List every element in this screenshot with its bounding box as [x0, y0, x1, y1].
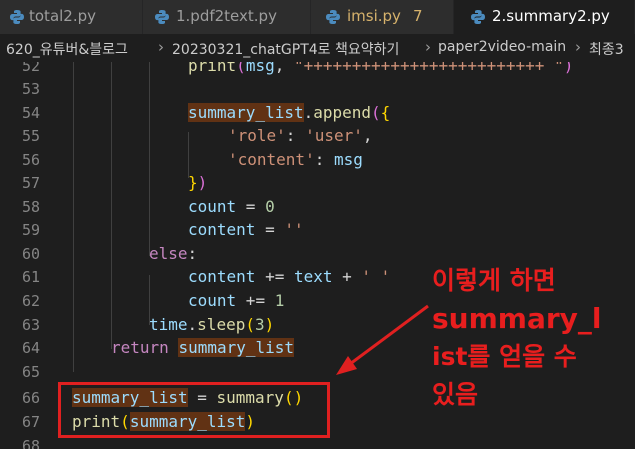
annotation-line: 이렇게 하면	[432, 266, 556, 295]
annotation-line: ist를 얻을 수	[432, 342, 577, 371]
annotation-line: summary_l	[432, 302, 602, 335]
annotation-line: 있음	[432, 380, 479, 409]
annotation-text: 이렇게 하면 summary_l ist를 얻을 수 있음	[432, 262, 632, 414]
